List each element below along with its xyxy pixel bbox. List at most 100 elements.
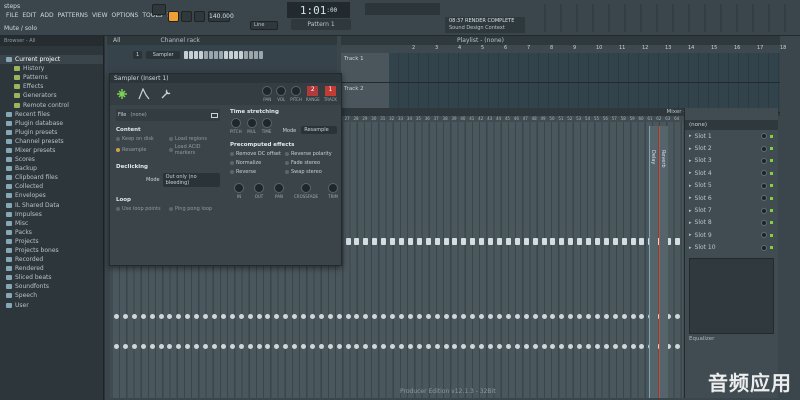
knob-dial[interactable] [262, 86, 273, 96]
precomputed-knob[interactable]: IN [234, 183, 244, 199]
slot-mix-knob[interactable] [761, 219, 767, 226]
mixer-fader[interactable] [550, 238, 556, 245]
mixer-pan-knob[interactable] [586, 314, 592, 319]
option-radio[interactable]: Load ACID markers [169, 144, 220, 156]
insert-slot[interactable]: ▸ Slot 6 [685, 192, 778, 204]
menu-item-0[interactable]: FILE [4, 12, 20, 19]
mixer-pan-knob[interactable] [327, 314, 333, 319]
slot-mix-knob[interactable] [761, 207, 767, 214]
mixer-pan-knob[interactable] [131, 314, 137, 319]
mixer-pan-knob[interactable] [399, 314, 404, 319]
precomputed-knob[interactable]: OUT [254, 183, 264, 199]
browser-item[interactable]: Speech [0, 291, 103, 300]
mixer-route-knob[interactable] [292, 344, 298, 349]
slot-enable-led[interactable] [770, 184, 773, 188]
step-button[interactable] [239, 51, 244, 59]
mixer-fader[interactable] [523, 238, 529, 245]
mixer-route-knob[interactable] [220, 344, 226, 349]
mixer-fader[interactable] [505, 238, 511, 245]
mixer-pan-knob[interactable] [479, 314, 485, 319]
mixer-route-knob[interactable] [336, 344, 342, 349]
browser-item[interactable]: Backup [0, 164, 103, 173]
knob-dial[interactable] [261, 118, 272, 128]
equalizer-graph[interactable] [689, 257, 774, 334]
mixer-pan-knob[interactable] [167, 314, 173, 319]
browser-item[interactable]: Collected [0, 182, 103, 191]
mixer-route-knob[interactable] [586, 344, 592, 349]
playlist-track[interactable]: Track 1 [341, 53, 780, 83]
mixer-route-knob[interactable] [274, 344, 280, 349]
mixer-pan-knob[interactable] [452, 314, 458, 319]
browser-item[interactable]: Plugin database [0, 119, 103, 128]
knob-dial[interactable] [254, 183, 264, 193]
mixer-route-knob[interactable] [434, 344, 440, 349]
mixer-pan-knob[interactable] [345, 314, 351, 319]
file-value[interactable]: (none) [130, 112, 146, 118]
mixer-route-knob[interactable] [514, 344, 520, 349]
mixer-fader[interactable] [390, 238, 396, 245]
snap-selector[interactable]: Line [250, 21, 278, 30]
mixer-route-knob[interactable] [390, 344, 396, 349]
browser-item[interactable]: Channel presets [0, 137, 103, 146]
mixer-route-knob[interactable] [612, 344, 618, 349]
mixer-pan-knob[interactable] [461, 314, 467, 319]
browser-item[interactable]: Generators [0, 91, 103, 100]
mixer-pan-knob[interactable] [550, 314, 556, 319]
knob-dial[interactable] [328, 183, 339, 193]
browser-item[interactable]: Patterns [0, 73, 103, 82]
browser-item[interactable]: Sliced beats [0, 273, 103, 282]
mixer-pan-knob[interactable] [220, 314, 226, 319]
top-knob[interactable]: PAN [262, 86, 273, 102]
slot-enable-led[interactable] [770, 171, 773, 175]
browser-item[interactable]: Rendered [0, 264, 103, 273]
mixer-route-knob[interactable] [354, 344, 360, 349]
misc-tab-icon[interactable] [160, 88, 172, 100]
mixer-route-knob[interactable] [309, 344, 315, 349]
browser-item[interactable]: Plugin presets [0, 128, 103, 137]
slot-enable-led[interactable] [770, 246, 773, 250]
slot-enable-led[interactable] [770, 159, 773, 163]
track-grid[interactable] [389, 53, 780, 82]
mixer-fader[interactable] [532, 238, 538, 245]
precomputed-knob[interactable]: PAN [274, 183, 284, 199]
insert-preset[interactable]: (none) [685, 120, 778, 130]
step-button[interactable] [209, 51, 214, 59]
step-button[interactable] [229, 51, 234, 59]
mixer-pan-knob[interactable] [149, 314, 155, 319]
mixer-fader[interactable] [612, 238, 618, 245]
mixer-route-knob[interactable] [149, 344, 155, 349]
mixer-pan-knob[interactable] [443, 314, 449, 319]
mixer-fader[interactable] [452, 238, 458, 245]
mixer-route-knob[interactable] [176, 344, 182, 349]
step-button[interactable] [249, 51, 254, 59]
option-radio[interactable]: Swap stereo [285, 169, 337, 175]
option-radio[interactable]: Reverse polarity [285, 151, 337, 157]
browser-item[interactable]: Mixer presets [0, 146, 103, 155]
mixer-pan-knob[interactable] [158, 314, 164, 319]
declick-mode-select[interactable]: Out only (no bleeding) [162, 173, 220, 187]
step-button[interactable] [254, 51, 259, 59]
mixer-strip-delay[interactable]: Delay [649, 126, 658, 398]
mixer-route-knob[interactable] [577, 344, 583, 349]
browser-item[interactable]: Current project [0, 55, 103, 65]
mixer-route-knob[interactable] [559, 344, 565, 349]
mixer-route-knob[interactable] [229, 344, 235, 349]
mixer-fader[interactable] [354, 238, 360, 245]
mixer-pan-knob[interactable] [247, 314, 253, 319]
option-radio[interactable]: Fade stereo [285, 160, 337, 166]
browser-item[interactable]: Effects [0, 82, 103, 91]
folder-icon[interactable] [211, 112, 218, 118]
mixer-route-knob[interactable] [470, 344, 476, 349]
mixer-pan-knob[interactable] [140, 314, 146, 319]
mixer-route-knob[interactable] [194, 344, 200, 349]
mixer-pan-knob[interactable] [514, 314, 520, 319]
mixer-fader[interactable] [541, 238, 547, 245]
browser-item[interactable]: History [0, 64, 103, 73]
mixer-pan-knob[interactable] [416, 314, 422, 319]
knob-dial[interactable] [274, 183, 284, 193]
mixer-route-knob[interactable] [167, 344, 173, 349]
menu-item-4[interactable]: VIEW [90, 12, 110, 19]
mixer-route-knob[interactable] [550, 344, 556, 349]
top-knob[interactable]: 1 TRACK [324, 86, 337, 102]
playlist-ruler[interactable]: 2 3 4 5 6 7 8 9 10 11 12 13 14 15 16 17 18 [341, 45, 786, 53]
